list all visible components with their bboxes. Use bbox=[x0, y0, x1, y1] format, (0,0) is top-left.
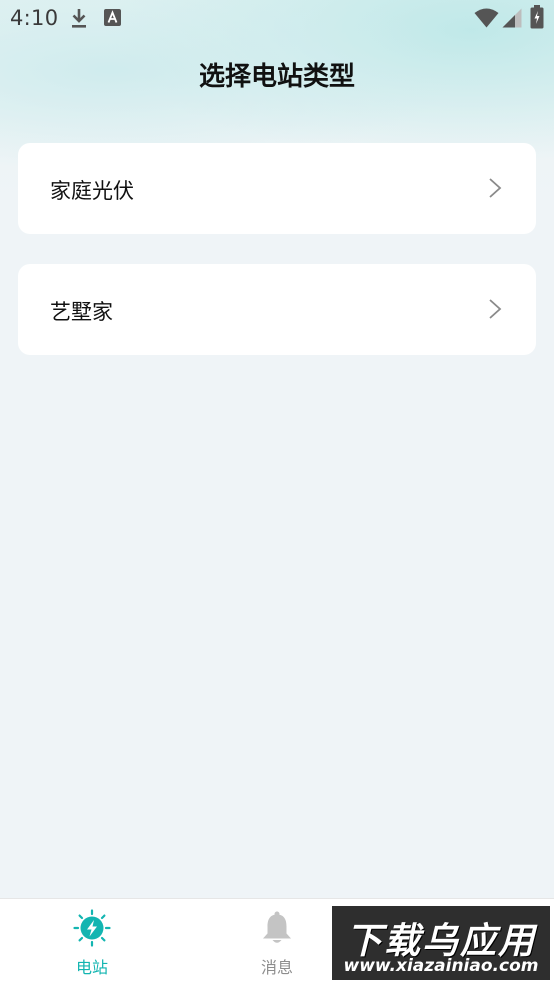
chevron-right-icon bbox=[489, 299, 502, 319]
station-type-yishujia[interactable]: 艺墅家 bbox=[18, 264, 536, 355]
battery-icon bbox=[530, 5, 544, 29]
bell-icon bbox=[263, 911, 291, 943]
watermark-logo: 下载乌应用 www.xiazainiao.com bbox=[332, 906, 550, 980]
page-title: 选择电站类型 bbox=[198, 62, 355, 92]
station-type-label: 家庭光伏 bbox=[50, 179, 134, 203]
tab-messages-label: 消息 bbox=[260, 958, 293, 977]
a-letter-icon bbox=[104, 9, 121, 26]
station-type-household-pv[interactable]: 家庭光伏 bbox=[18, 143, 536, 234]
wifi-icon bbox=[474, 8, 499, 28]
station-type-label: 艺墅家 bbox=[50, 300, 113, 324]
tab-station-label: 电站 bbox=[75, 958, 108, 977]
lightning-sun-icon bbox=[73, 909, 111, 947]
signal-icon bbox=[502, 8, 522, 28]
tab-messages[interactable]: 消息 bbox=[217, 899, 337, 985]
status-bar: 4:10 bbox=[0, 0, 554, 36]
watermark-url: www.xiazainiao.com bbox=[343, 956, 539, 976]
chevron-right-icon bbox=[489, 178, 502, 198]
tab-station[interactable]: 电站 bbox=[32, 899, 152, 985]
download-icon bbox=[72, 9, 86, 28]
status-time: 4:10 bbox=[10, 6, 59, 30]
